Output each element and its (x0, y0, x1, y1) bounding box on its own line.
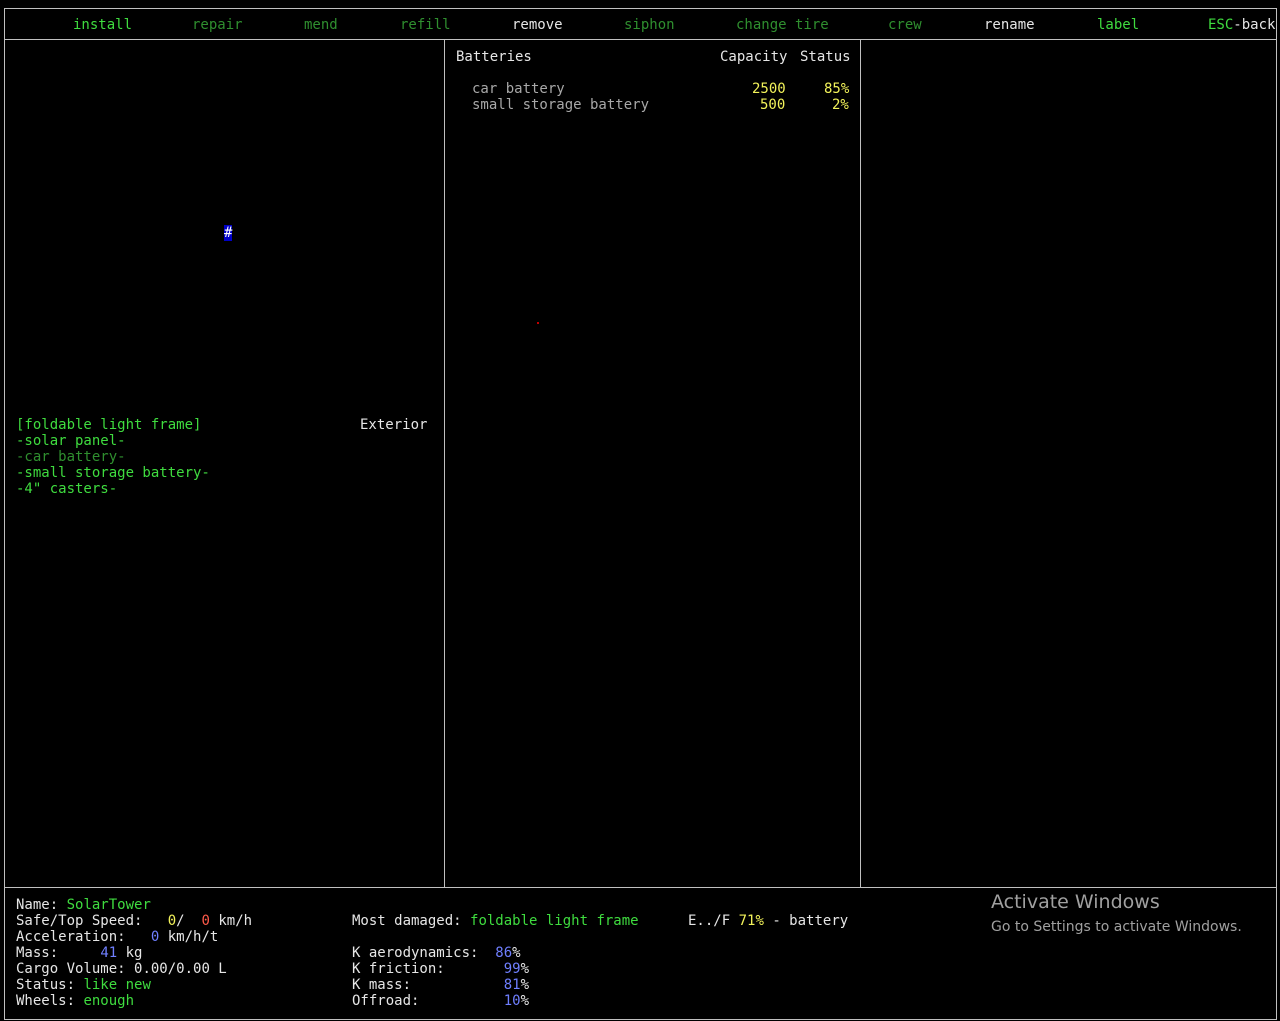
battery-capacity: 500 (760, 97, 786, 113)
menu-crew[interactable]: crew (888, 17, 922, 33)
percent-sign: % (512, 945, 521, 961)
batteries-title: Batteries (456, 49, 532, 65)
k-mass-value: 81 (503, 977, 521, 993)
offroad-label: Offroad: (352, 993, 420, 1009)
menu-remove[interactable]: remove (512, 17, 563, 33)
activate-windows-title: Activate Windows (991, 891, 1160, 913)
status-label: Status: (16, 977, 76, 993)
stat-wheels: Wheels: enough (16, 993, 134, 1009)
menu-back[interactable]: ESC-back (1208, 17, 1275, 33)
stat-most-damaged: Most damaged: foldable light frame (352, 913, 639, 929)
menu-label[interactable]: label (1097, 17, 1139, 33)
parts-location: Exterior (360, 417, 428, 433)
fuel-prefix: E../F (688, 913, 731, 929)
status-header: Status (800, 49, 851, 65)
percent-sign: % (520, 961, 530, 977)
top-speed: 0 (201, 913, 210, 929)
k-aero-value: 86 (495, 945, 513, 961)
fuel-value: 71% (738, 913, 764, 929)
menu-divider (4, 39, 1277, 40)
mass-value: 41 (100, 945, 118, 961)
stat-k-friction: K friction: 99% (352, 961, 529, 977)
part-item[interactable]: -small storage battery- (16, 465, 210, 481)
fuel-suffix: - battery (772, 913, 849, 929)
stat-fuel: E../F 71% - battery (688, 913, 848, 929)
mass-unit: kg (125, 945, 143, 961)
part-item[interactable]: -4" casters- (16, 481, 117, 497)
wheels-value: enough (83, 993, 135, 1009)
stat-status: Status: like new (16, 977, 151, 993)
k-friction-value: 99 (503, 961, 521, 977)
mass-label: Mass: (16, 945, 59, 961)
stat-acceleration: Acceleration: 0 km/h/t (16, 929, 218, 945)
panel-divider-right (860, 39, 861, 888)
wheels-label: Wheels: (16, 993, 76, 1009)
panel-divider-left (444, 39, 445, 888)
back-label: -back (1233, 17, 1276, 33)
percent-sign: % (520, 977, 530, 993)
name-label: Name: (16, 897, 59, 913)
stat-name: Name: SolarTower (16, 897, 151, 913)
battery-status: 2% (832, 97, 849, 113)
accel-value: 0 (150, 929, 160, 945)
battery-name: small storage battery (472, 97, 650, 113)
damaged-label: Most damaged: (352, 913, 462, 929)
accel-unit: km/h/t (167, 929, 219, 945)
offroad-value: 10 (503, 993, 521, 1009)
vehicle-name: SolarTower (66, 897, 151, 913)
activate-windows-subtitle: Go to Settings to activate Windows. (991, 919, 1242, 935)
menu-rename[interactable]: rename (984, 17, 1035, 33)
safe-speed: 0 (167, 913, 177, 929)
accel-label: Acceleration: (16, 929, 126, 945)
map-cursor[interactable]: # (224, 225, 233, 241)
window-frame (4, 8, 1277, 1020)
status-value: like new (83, 977, 151, 993)
menu-refill[interactable]: refill (400, 17, 451, 33)
map-marker-dot (537, 322, 539, 324)
part-item-selected[interactable]: -car battery- (16, 449, 126, 465)
menu-repair[interactable]: repair (192, 17, 243, 33)
stat-mass: Mass: 41 kg (16, 945, 142, 961)
speed-sep: / (176, 913, 185, 929)
capacity-header: Capacity (720, 49, 788, 65)
stat-cargo: Cargo Volume: 0.00/0.00 L (16, 961, 227, 977)
stat-k-mass: K mass: 81% (352, 977, 529, 993)
stat-speed: Safe/Top Speed: 0/ 0 km/h (16, 913, 252, 929)
stat-k-aerodynamics: K aerodynamics: 86% (352, 945, 521, 961)
k-aero-label: K aerodynamics: (352, 945, 479, 961)
stat-offroad: Offroad: 10% (352, 993, 529, 1009)
parts-header: [foldable light frame] (16, 417, 202, 433)
esc-key: ESC (1208, 17, 1234, 33)
menu-install[interactable]: install (73, 17, 132, 33)
k-mass-label: K mass: (352, 977, 412, 993)
cargo-label: Cargo Volume: (16, 961, 126, 977)
menu-siphon[interactable]: siphon (624, 17, 675, 33)
battery-name: car battery (472, 81, 565, 97)
battery-capacity: 2500 (752, 81, 786, 97)
battery-status: 85% (824, 81, 850, 97)
damaged-value: foldable light frame (470, 913, 639, 929)
menu-mend[interactable]: mend (304, 17, 338, 33)
percent-sign: % (520, 993, 530, 1009)
menu-change-tire[interactable]: change tire (736, 17, 829, 33)
speed-unit: km/h (218, 913, 253, 929)
speed-label: Safe/Top Speed: (16, 913, 143, 929)
cargo-value: 0.00/0.00 L (134, 961, 227, 977)
part-item[interactable]: -solar panel- (16, 433, 126, 449)
k-friction-label: K friction: (352, 961, 445, 977)
stats-divider (4, 887, 1277, 888)
